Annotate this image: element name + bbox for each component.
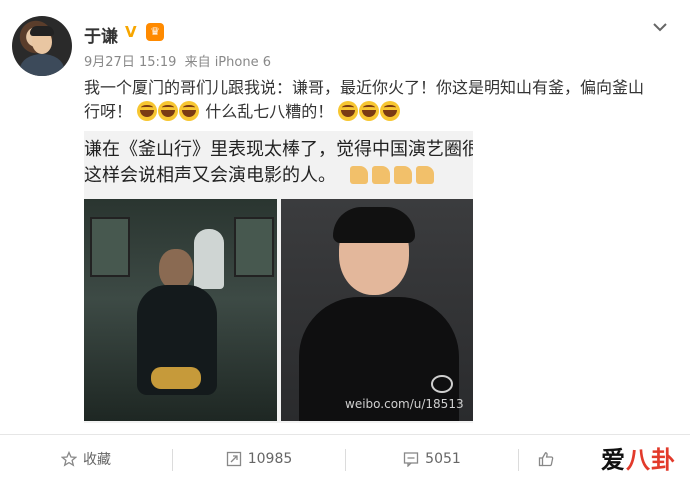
avatar[interactable] bbox=[12, 16, 72, 76]
thumbs-up-icon bbox=[371, 166, 390, 184]
action-bar: 收藏 10985 5051 bbox=[0, 435, 690, 483]
grin-emoji-icon bbox=[359, 101, 380, 121]
post-text-line2-a: 行呀！ bbox=[84, 102, 133, 121]
portrait-photo: weibo.com/u/18513 bbox=[281, 199, 473, 421]
star-icon bbox=[61, 451, 77, 467]
movie-still-photo bbox=[84, 199, 277, 421]
logo-part1: 爱 bbox=[601, 446, 626, 474]
favorite-button[interactable]: 收藏 bbox=[0, 435, 172, 483]
embedded-text-line1: 谦在《釜山行》里表现太棒了，觉得中国演艺圈很 bbox=[84, 139, 473, 160]
post-text-line1: 我一个厦门的哥们儿跟我说：谦哥，最近你火了！你这是明知山有釜，偏向釜山 bbox=[84, 78, 645, 97]
thumbs-up-icons bbox=[349, 163, 438, 189]
member-badge-icon: ♛ bbox=[146, 23, 164, 41]
grin-emoji-icon bbox=[338, 101, 359, 121]
embedded-screenshot-text: 谦在《釜山行》里表现太棒了，觉得中国演艺圈很 这样会说相声又会演电影的人。 bbox=[84, 137, 473, 189]
repost-icon bbox=[226, 451, 242, 467]
thumbs-up-icon bbox=[393, 166, 412, 184]
post-text: 我一个厦门的哥们儿跟我说：谦哥，最近你火了！你这是明知山有釜，偏向釜山 行呀！ … bbox=[84, 76, 664, 124]
post-source: 来自 iPhone 6 bbox=[184, 55, 271, 70]
post-text-line2-b: 什么乱七八糟的！ bbox=[205, 102, 334, 121]
logo-part2: 八卦 bbox=[626, 446, 676, 474]
embedded-image[interactable]: 谦在《釜山行》里表现太棒了，觉得中国演艺圈很 这样会说相声又会演电影的人。 we… bbox=[84, 131, 473, 423]
train-window bbox=[90, 217, 130, 277]
vip-badge-icon: V bbox=[125, 23, 137, 41]
thumbs-up-icon bbox=[415, 166, 434, 184]
repost-button[interactable]: 10985 bbox=[173, 435, 345, 483]
laugh-cry-emoji-icon bbox=[137, 101, 158, 121]
site-watermark-logo: 爱八卦 bbox=[601, 440, 676, 475]
train-window bbox=[234, 217, 274, 277]
portrait-hair bbox=[333, 207, 415, 243]
thumbs-up-icon bbox=[538, 451, 554, 467]
actor-figure bbox=[129, 249, 224, 421]
actor-hands bbox=[151, 367, 201, 389]
post-meta: 9月27日 15:19 来自 iPhone 6 bbox=[84, 51, 275, 70]
embedded-text-line2-text: 这样会说相声又会演电影的人。 bbox=[84, 165, 336, 186]
weibo-watermark: weibo.com/u/18513 bbox=[345, 397, 464, 411]
laugh-cry-emoji-icon bbox=[158, 101, 179, 121]
chevron-down-icon[interactable] bbox=[652, 18, 668, 32]
author-name[interactable]: 于谦 bbox=[84, 22, 118, 47]
weibo-watermark-icon bbox=[431, 375, 453, 393]
like-button[interactable] bbox=[519, 435, 579, 483]
favorite-label: 收藏 bbox=[83, 452, 111, 468]
comment-icon bbox=[403, 451, 419, 467]
avatar-hair bbox=[30, 26, 54, 36]
weibo-post: 于谦 V ♛ 9月27日 15:19 来自 iPhone 6 我一个厦门的哥们儿… bbox=[0, 0, 690, 483]
thumbs-up-icon bbox=[349, 166, 368, 184]
repost-count: 10985 bbox=[247, 451, 293, 467]
post-date: 9月27日 15:19 bbox=[84, 55, 177, 70]
post-text-line2: 行呀！ 什么乱七八糟的！ bbox=[84, 100, 664, 124]
grin-emoji-icon bbox=[380, 101, 401, 121]
comment-count: 5051 bbox=[425, 451, 461, 467]
laugh-cry-emoji-icon bbox=[179, 101, 200, 121]
avatar-shirt bbox=[20, 54, 64, 76]
embedded-text-line2: 这样会说相声又会演电影的人。 bbox=[84, 163, 473, 189]
comment-button[interactable]: 5051 bbox=[346, 435, 518, 483]
actor-head bbox=[159, 249, 193, 289]
